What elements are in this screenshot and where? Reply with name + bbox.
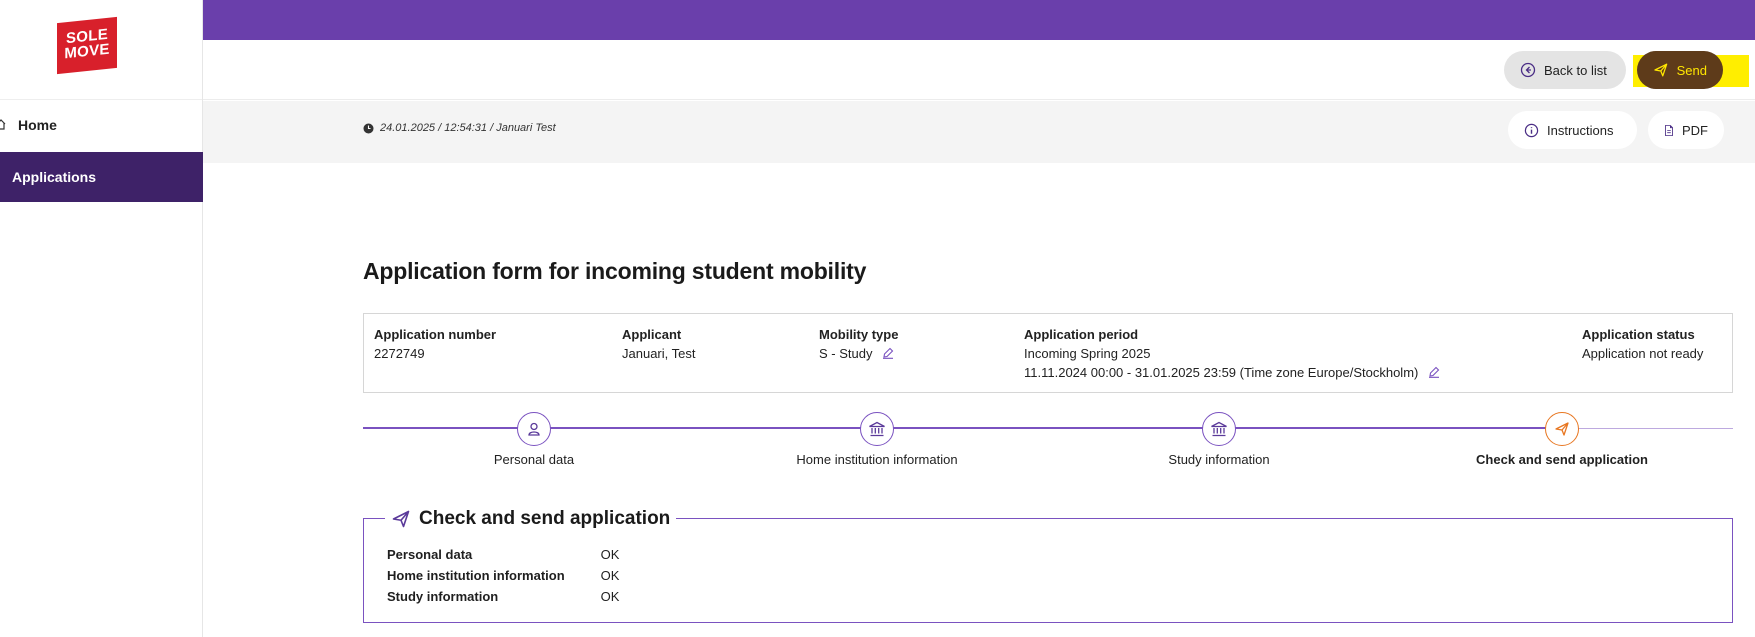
applicant-value: Januari, Test: [622, 346, 696, 361]
step-study-information-label[interactable]: Study information: [1099, 452, 1339, 467]
pdf-label: PDF: [1682, 122, 1708, 138]
application-period-label: Application period: [1024, 327, 1139, 342]
applicant-field: Applicant Januari, Test: [622, 325, 695, 363]
step-home-institution-label[interactable]: Home institution information: [757, 452, 997, 467]
back-to-list-label: Back to list: [1544, 62, 1607, 78]
person-icon: [528, 422, 540, 436]
sidebar-item-label: Home: [18, 117, 57, 133]
back-to-list-button[interactable]: Back to list: [1504, 51, 1626, 89]
clock-icon: [363, 123, 374, 133]
send-icon: [1654, 63, 1668, 77]
check-send-heading: Check and send application: [385, 508, 677, 530]
application-status-label: Application status: [1582, 327, 1695, 342]
application-period-dates-row: 11.11.2024 00:00 - 31.01.2025 23:59 (Tim…: [1024, 363, 1440, 382]
application-number-value: 2272749: [374, 346, 425, 361]
sidebar-item-label: Applications: [12, 169, 97, 185]
send-button[interactable]: Send: [1637, 51, 1723, 89]
application-period-dates: 11.11.2024 00:00 - 31.01.2025 23:59 (Tim…: [1024, 365, 1419, 380]
check-send-title: Check and send application: [419, 508, 671, 529]
check-row-key: Study information: [387, 589, 499, 604]
check-row-value: OK: [600, 589, 620, 604]
logo-area: SOLE MOVE: [0, 0, 202, 100]
instructions-label: Instructions: [1547, 122, 1614, 138]
logo[interactable]: SOLE MOVE: [57, 16, 117, 75]
mobility-type-text: S - Study: [819, 346, 873, 361]
send-icon: [392, 510, 410, 528]
institution-icon: [869, 421, 885, 437]
application-number-label: Application number: [374, 327, 497, 342]
step-personal-data-button[interactable]: [517, 412, 551, 446]
mobility-type-field: Mobility type S - Study: [819, 325, 898, 363]
check-row-key: Personal data: [387, 547, 473, 562]
arrow-left-circle-icon: [1520, 62, 1536, 78]
sidebar-item-home[interactable]: Home: [0, 100, 203, 150]
top-bar: [203, 0, 1755, 40]
send-icon: [1555, 422, 1569, 436]
application-period-name: Incoming Spring 2025: [1024, 346, 1151, 361]
mobility-type-label: Mobility type: [819, 327, 899, 342]
instructions-button[interactable]: Instructions: [1508, 111, 1637, 149]
institution-icon: [1211, 421, 1227, 437]
timestamp: 24.01.2025 / 12:54:31 / Januari Test: [363, 122, 556, 134]
document-icon: [1665, 124, 1673, 136]
edit-icon[interactable]: [882, 347, 894, 359]
check-row: Study information OK: [387, 589, 619, 604]
step-check-send-button[interactable]: [1545, 412, 1579, 446]
application-status-field: Application status Application not ready: [1582, 325, 1703, 363]
check-row-value: OK: [600, 568, 620, 583]
home-icon: [0, 119, 6, 130]
pdf-button[interactable]: PDF: [1648, 111, 1724, 149]
step-home-institution-button[interactable]: [860, 412, 894, 446]
check-row-key: Home institution information: [387, 568, 565, 583]
application-status-value: Application not ready: [1582, 346, 1704, 361]
sidebar: SOLE MOVE Home Applications: [0, 0, 203, 637]
step-personal-data-label[interactable]: Personal data: [414, 452, 654, 467]
application-summary: Application number 2272749 Applicant Jan…: [363, 313, 1733, 393]
sidebar-item-applications[interactable]: Applications: [0, 152, 203, 202]
page-title: Application form for incoming student mo…: [363, 258, 867, 284]
step-study-information-button[interactable]: [1202, 412, 1236, 446]
info-icon: [1524, 123, 1539, 137]
send-label: Send: [1676, 62, 1707, 78]
application-number-field: Application number 2272749: [374, 325, 496, 363]
application-period-field: Application period Incoming Spring 2025 …: [1024, 325, 1440, 382]
check-row: Home institution information OK: [387, 568, 619, 583]
timestamp-text: 24.01.2025 / 12:54:31 / Januari Test: [380, 122, 556, 134]
applicant-label: Applicant: [622, 327, 682, 342]
edit-icon[interactable]: [1428, 366, 1440, 378]
check-row: Personal data OK: [387, 547, 619, 562]
mobility-type-value: S - Study: [819, 344, 898, 363]
check-row-value: OK: [600, 547, 620, 562]
step-check-send-label[interactable]: Check and send application: [1442, 452, 1682, 467]
